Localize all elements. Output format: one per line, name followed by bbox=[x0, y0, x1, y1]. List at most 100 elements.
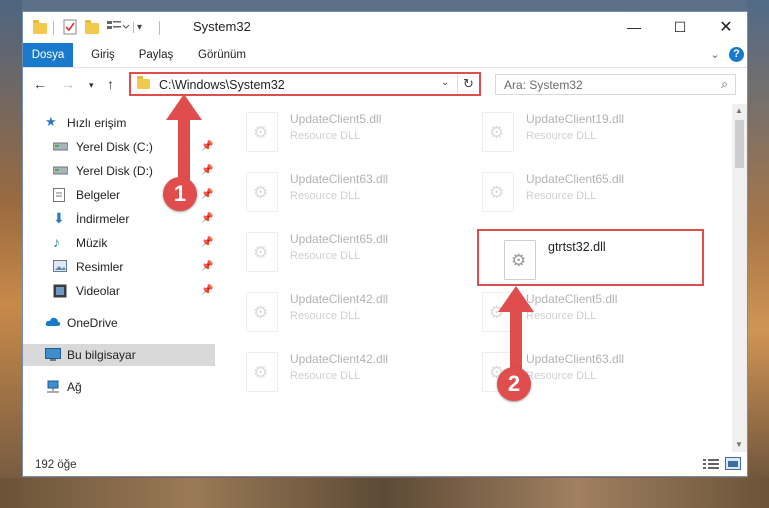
sidebar-item-label: Hızlı erişim bbox=[67, 116, 127, 130]
file-item[interactable]: UpdateClient19.dll Resource DLL bbox=[482, 110, 702, 158]
file-name: UpdateClient42.dll bbox=[290, 292, 389, 306]
pin-icon[interactable]: 📌 bbox=[201, 261, 213, 272]
file-item[interactable]: UpdateClient5.dll Resource DLL bbox=[246, 110, 466, 158]
pin-icon[interactable]: 📌 bbox=[201, 213, 213, 224]
navigation-bar: ← → ▾ ↑ C:\Windows\System32 ⌄ ↻ Ara: Sys… bbox=[23, 68, 747, 100]
sidebar-item-music[interactable]: ♪ Müzik 📌 bbox=[23, 232, 215, 254]
dll-file-icon bbox=[482, 172, 514, 212]
sidebar-item-label: İndirmeler bbox=[76, 212, 130, 226]
selected-file-highlight bbox=[477, 229, 704, 286]
pin-icon[interactable]: 📌 bbox=[201, 237, 213, 248]
details-view-icon[interactable] bbox=[703, 458, 719, 473]
scrollbar-thumb[interactable] bbox=[735, 120, 744, 168]
desktop-background-left bbox=[0, 0, 22, 508]
status-bar: 192 öğe bbox=[23, 453, 747, 477]
pictures-icon bbox=[53, 260, 67, 274]
separator bbox=[53, 21, 54, 35]
separator bbox=[457, 74, 458, 94]
network-icon bbox=[45, 380, 59, 394]
search-placeholder: Ara: System32 bbox=[504, 78, 583, 92]
help-icon[interactable]: ? bbox=[729, 47, 744, 62]
file-type: Resource DLL bbox=[290, 190, 361, 202]
expand-ribbon-icon[interactable]: ⌄ bbox=[707, 43, 723, 67]
file-name: UpdateClient5.dll bbox=[290, 112, 382, 126]
back-arrow-icon[interactable]: ← bbox=[33, 76, 47, 92]
video-icon bbox=[53, 284, 67, 298]
address-path: C:\Windows\System32 bbox=[159, 78, 285, 92]
file-type: Resource DLL bbox=[290, 130, 361, 142]
maximize-button[interactable]: ☐ bbox=[657, 12, 703, 43]
step-badge-2: 2 bbox=[497, 367, 531, 401]
vertical-scrollbar[interactable]: ▲ ▼ bbox=[732, 104, 747, 452]
file-name: UpdateClient5.dll bbox=[526, 292, 618, 306]
sidebar-item-network[interactable]: Ağ bbox=[23, 376, 215, 398]
cloud-icon bbox=[45, 316, 61, 330]
properties-icon[interactable] bbox=[63, 19, 77, 37]
sidebar-item-label: Yerel Disk (D:) bbox=[76, 164, 153, 178]
separator bbox=[159, 21, 160, 35]
large-icons-view-icon[interactable] bbox=[725, 457, 741, 474]
file-type: Resource DLL bbox=[526, 190, 597, 202]
file-item[interactable]: UpdateClient42.dll Resource DLL bbox=[246, 350, 466, 398]
sidebar-item-label: Resimler bbox=[76, 260, 124, 274]
sidebar-item-label: Ağ bbox=[67, 380, 82, 394]
window-title: System32 bbox=[193, 19, 251, 34]
dll-file-icon bbox=[246, 292, 278, 332]
step-badge-1: 1 bbox=[163, 177, 197, 211]
title-bar: ▾ System32 — ☐ ✕ bbox=[23, 12, 747, 43]
close-button[interactable]: ✕ bbox=[703, 12, 749, 43]
sidebar-item-label: Belgeler bbox=[76, 188, 121, 202]
scroll-down-icon[interactable]: ▼ bbox=[735, 440, 743, 449]
ribbon: Dosya Giriş Paylaş Görünüm ⌄ ? bbox=[23, 43, 747, 68]
sidebar-item-pictures[interactable]: Resimler 📌 bbox=[23, 256, 215, 278]
file-name: UpdateClient42.dll bbox=[290, 352, 389, 366]
document-icon bbox=[53, 188, 67, 202]
sidebar-item-this-pc[interactable]: Bu bilgisayar bbox=[23, 344, 215, 366]
chevron-down-icon[interactable]: ▾ bbox=[137, 22, 142, 40]
scroll-up-icon[interactable]: ▲ bbox=[735, 106, 743, 115]
file-item[interactable]: UpdateClient65.dll Resource DLL bbox=[482, 170, 702, 218]
tab-share[interactable]: Paylaş bbox=[133, 43, 179, 67]
sidebar-item-label: Yerel Disk (C:) bbox=[76, 140, 153, 154]
star-icon: ★ bbox=[45, 114, 57, 129]
drive-icon bbox=[52, 164, 69, 178]
dll-file-icon bbox=[246, 112, 278, 152]
file-type: Resource DLL bbox=[526, 130, 597, 142]
dll-file-icon bbox=[482, 112, 514, 152]
refresh-icon[interactable]: ↻ bbox=[463, 76, 474, 92]
file-item[interactable]: UpdateClient42.dll Resource DLL bbox=[246, 290, 466, 338]
file-name: UpdateClient19.dll bbox=[526, 112, 625, 126]
computer-icon bbox=[45, 348, 61, 362]
dll-file-icon bbox=[246, 352, 278, 392]
up-arrow-icon[interactable]: ↑ bbox=[107, 76, 114, 92]
minimize-button[interactable]: — bbox=[611, 12, 657, 43]
search-input[interactable]: Ara: System32 ⌕ bbox=[495, 74, 736, 95]
tab-home[interactable]: Giriş bbox=[83, 43, 123, 67]
dll-file-icon bbox=[246, 232, 278, 272]
tab-file[interactable]: Dosya bbox=[23, 43, 73, 67]
file-item[interactable]: UpdateClient63.dll Resource DLL bbox=[246, 170, 466, 218]
file-name: UpdateClient65.dll bbox=[526, 172, 625, 186]
pin-icon[interactable]: 📌 bbox=[201, 285, 213, 296]
sidebar-item-label: Bu bilgisayar bbox=[67, 348, 136, 362]
desktop-background-right bbox=[747, 0, 769, 508]
customize-toolbar-icon[interactable] bbox=[107, 19, 137, 37]
sidebar-item-label: Müzik bbox=[76, 236, 108, 250]
forward-arrow-icon[interactable]: → bbox=[61, 76, 75, 92]
desktop-background-bottom bbox=[0, 478, 769, 508]
tab-view[interactable]: Görünüm bbox=[193, 43, 251, 67]
file-type: Resource DLL bbox=[290, 370, 361, 382]
file-name: UpdateClient63.dll bbox=[290, 172, 389, 186]
file-item[interactable]: UpdateClient65.dll Resource DLL bbox=[246, 230, 466, 278]
sidebar-item-downloads[interactable]: ⬇ İndirmeler 📌 bbox=[23, 208, 215, 230]
sidebar-item-videos[interactable]: Videolar 📌 bbox=[23, 280, 215, 302]
recent-locations-icon[interactable]: ▾ bbox=[89, 80, 94, 91]
music-icon: ♪ bbox=[53, 234, 60, 250]
sidebar-item-onedrive[interactable]: OneDrive bbox=[23, 312, 215, 334]
drive-icon bbox=[52, 140, 69, 154]
address-dropdown-icon[interactable]: ⌄ bbox=[441, 77, 449, 88]
dll-file-icon bbox=[246, 172, 278, 212]
search-icon[interactable]: ⌕ bbox=[721, 77, 728, 92]
download-icon: ⬇ bbox=[53, 210, 65, 226]
sidebar-item-label: OneDrive bbox=[67, 316, 118, 330]
